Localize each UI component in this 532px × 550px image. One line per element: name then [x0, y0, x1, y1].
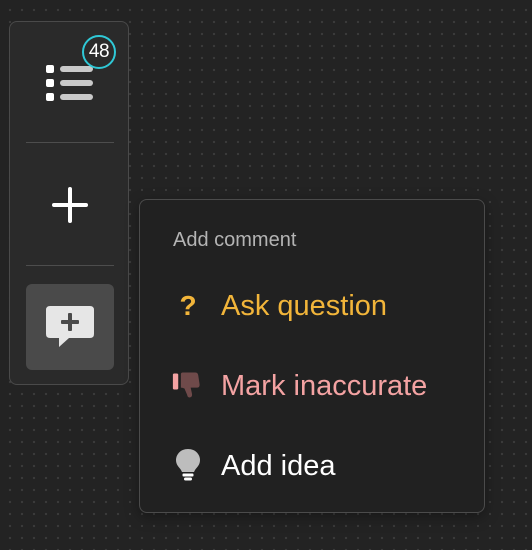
svg-text:?: ?: [179, 290, 196, 320]
toolbar-divider: [26, 142, 114, 143]
question-mark-icon: ?: [172, 289, 204, 321]
menu-header: Add comment: [173, 229, 297, 251]
comment-count-badge: 48: [82, 35, 116, 69]
menu-item-label: Ask question: [221, 290, 388, 322]
thumbs-down-icon: [172, 369, 204, 401]
menu-item-add-idea[interactable]: Add idea: [140, 437, 484, 493]
menu-item-mark-inaccurate[interactable]: Mark inaccurate: [140, 357, 484, 413]
list-icon: [46, 65, 93, 101]
add-button[interactable]: [26, 162, 114, 248]
add-comment-button[interactable]: [26, 284, 114, 370]
plus-icon: [52, 187, 88, 223]
toolbar-divider: [26, 265, 114, 266]
lightbulb-icon: [172, 449, 204, 481]
add-comment-menu: Add comment ? Ask question Mark inaccura…: [139, 199, 485, 513]
menu-item-label: Mark inaccurate: [221, 370, 428, 402]
menu-item-label: Add idea: [221, 450, 336, 482]
add-comment-icon: [46, 306, 94, 347]
left-toolbar: 48: [9, 21, 129, 385]
menu-item-ask-question[interactable]: ? Ask question: [140, 277, 484, 333]
